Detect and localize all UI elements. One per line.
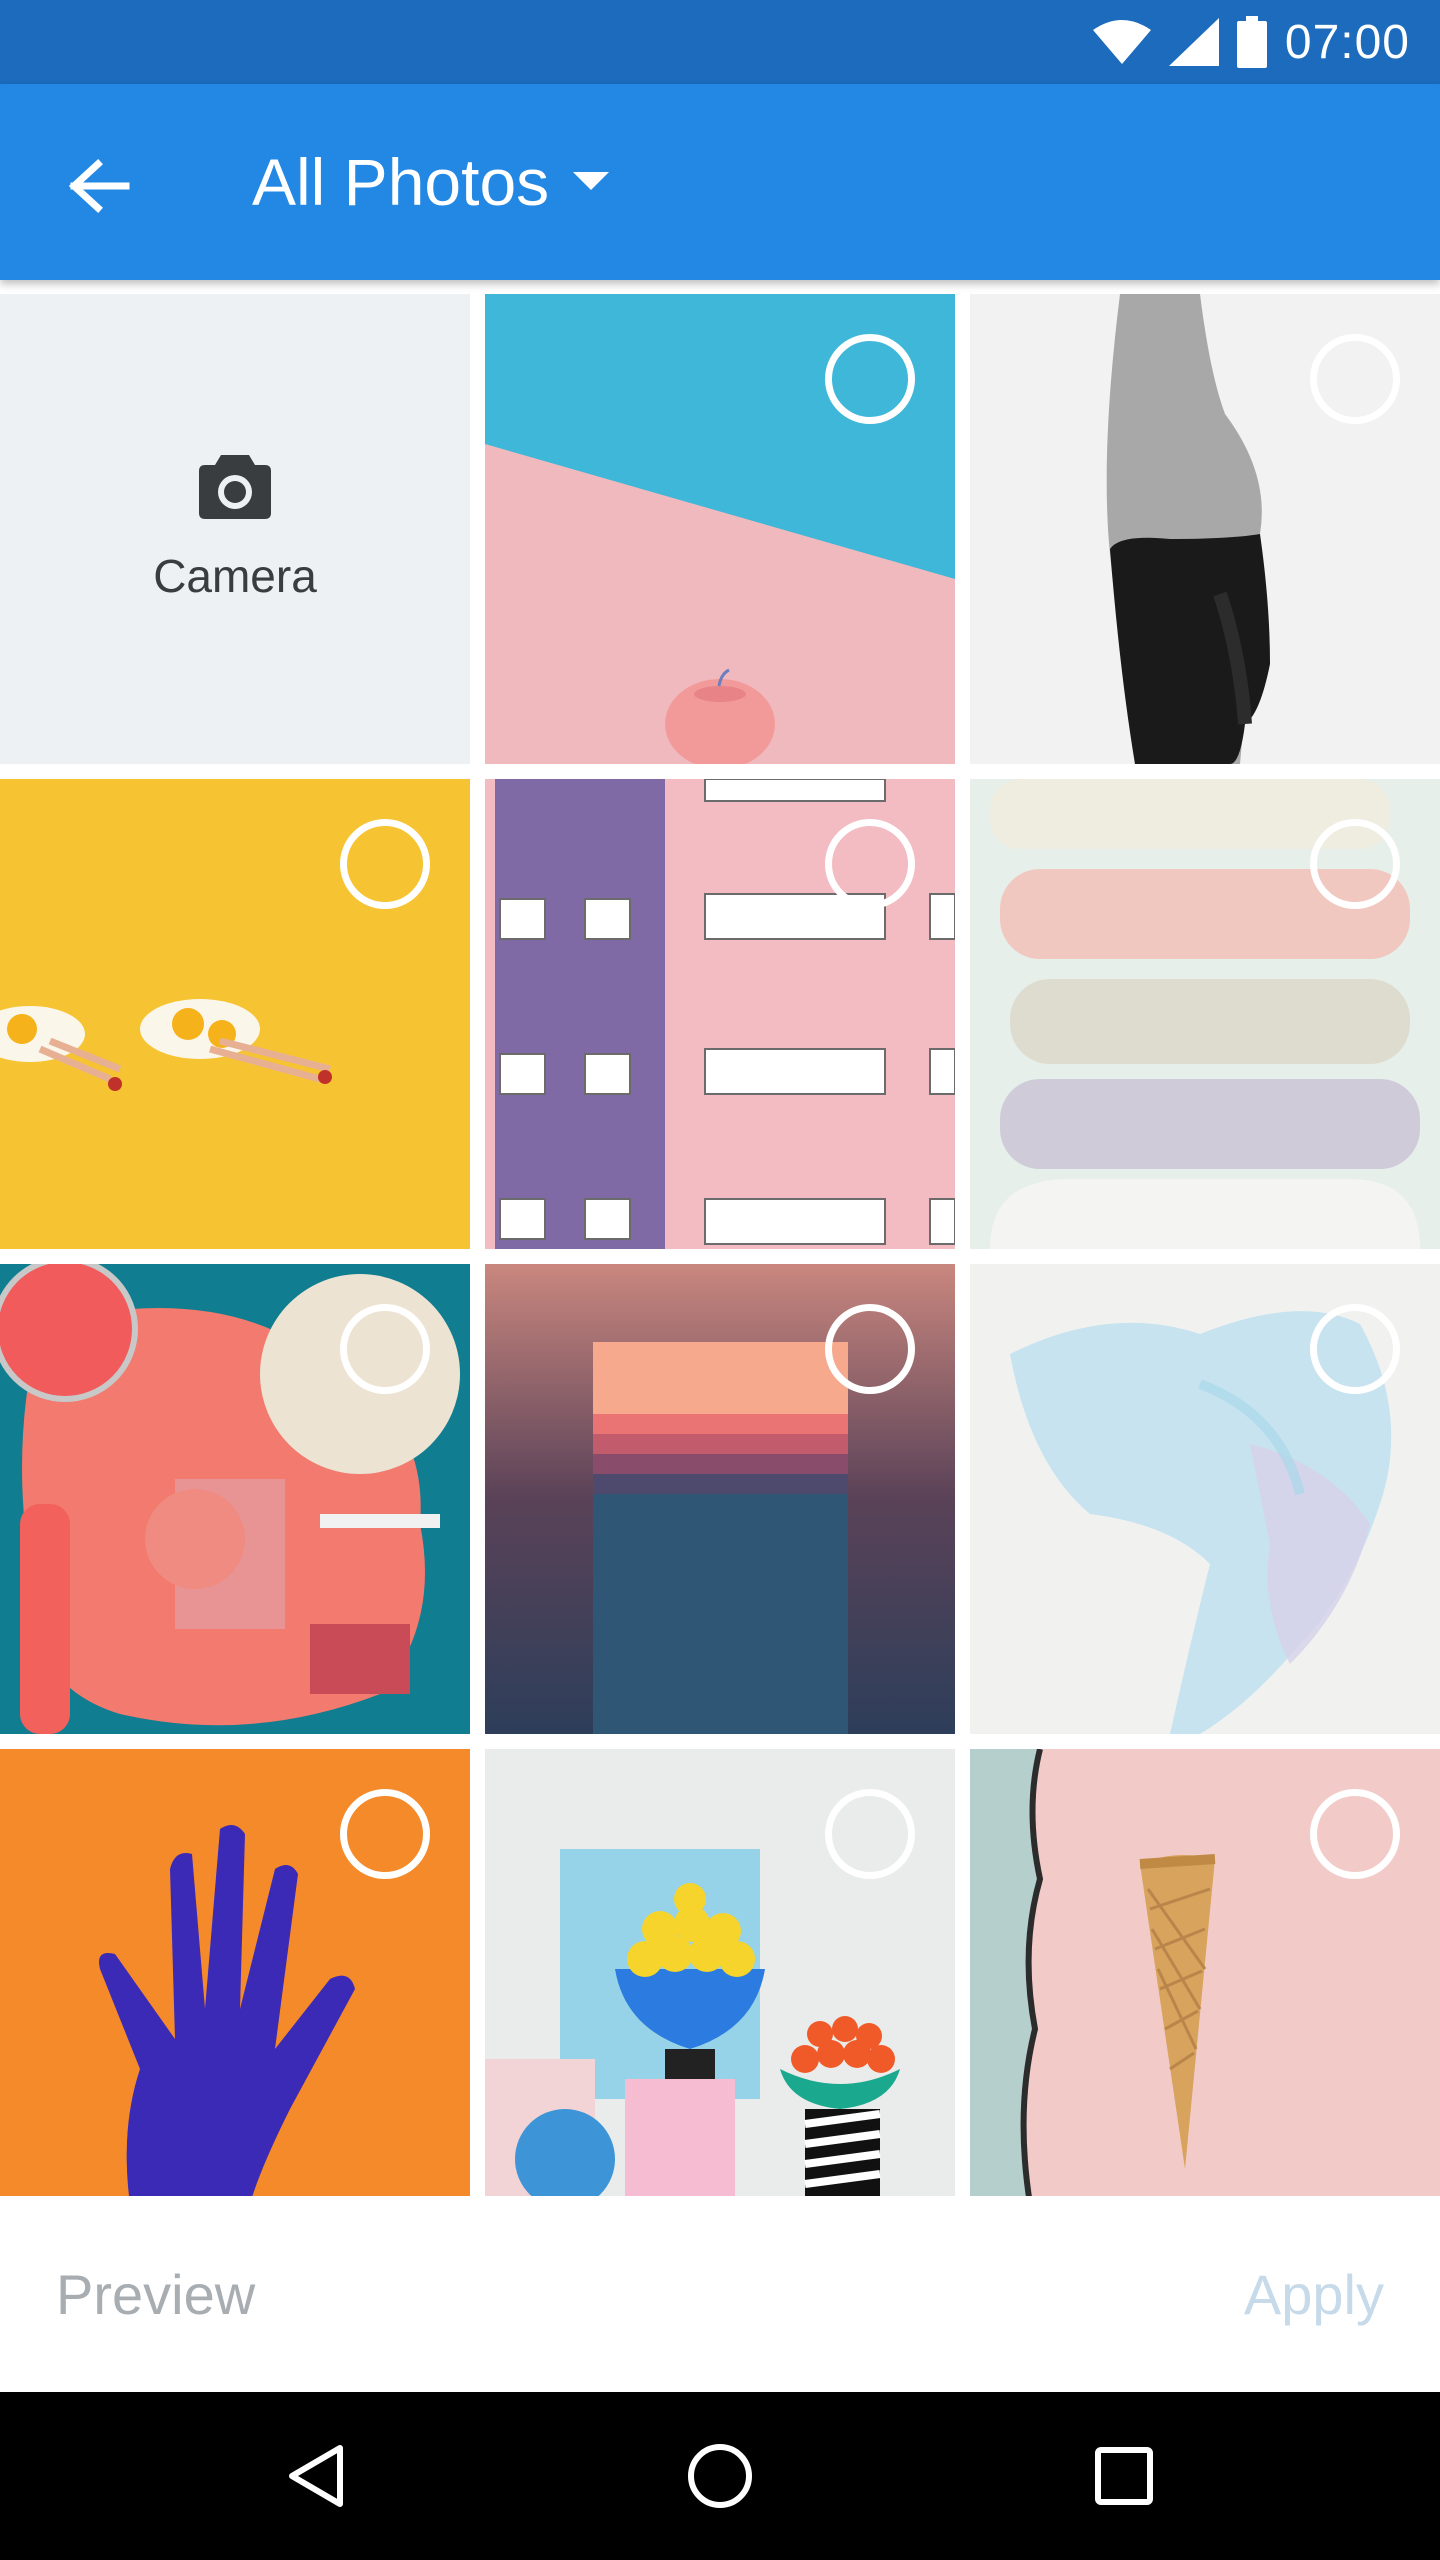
status-time: 07:00 [1284,15,1410,69]
page-title: All Photos [252,145,550,219]
camera-label: Camera [153,550,317,602]
battery-icon [1236,16,1267,68]
bottom-action-bar: Preview Apply [0,2196,1440,2392]
select-checkbox[interactable] [1310,334,1400,424]
wifi-icon [1092,20,1151,64]
select-checkbox[interactable] [1310,1789,1400,1879]
cellular-signal-icon [1168,18,1219,66]
caret-down-icon [573,172,610,190]
photo-tile[interactable] [970,1749,1440,2204]
select-checkbox[interactable] [1310,819,1400,909]
preview-button[interactable]: Preview [56,2196,255,2392]
select-checkbox[interactable] [340,1789,430,1879]
camera-tile[interactable]: Camera [0,294,470,764]
select-checkbox[interactable] [825,1789,915,1879]
photo-tile[interactable] [970,1264,1440,1734]
photo-tile[interactable] [0,779,470,1249]
arrow-left-icon [68,159,130,213]
select-checkbox[interactable] [1310,1304,1400,1394]
system-navigation-bar [0,2392,1440,2560]
photo-tile[interactable] [485,1264,955,1734]
select-checkbox[interactable] [825,334,915,424]
photo-tile[interactable] [0,1749,470,2204]
camera-icon [199,455,271,519]
recents-square-icon [1095,2447,1153,2505]
photo-tile[interactable] [485,294,955,764]
photo-tile[interactable] [0,1264,470,1734]
nav-back-button[interactable] [236,2392,396,2560]
home-circle-icon [688,2444,752,2508]
photo-tile[interactable] [970,294,1440,764]
album-selector[interactable]: All Photos [252,132,610,232]
back-button[interactable] [50,138,146,234]
photo-tile[interactable] [485,779,955,1249]
status-icons: 07:00 [1092,0,1410,84]
select-checkbox[interactable] [825,1304,915,1394]
photo-tile[interactable] [970,779,1440,1249]
photo-tile[interactable] [485,1749,955,2204]
select-checkbox[interactable] [340,1304,430,1394]
select-checkbox[interactable] [340,819,430,909]
status-bar: 07:00 [0,0,1440,84]
nav-recents-button[interactable] [1044,2392,1204,2560]
nav-home-button[interactable] [640,2392,800,2560]
apply-button[interactable]: Apply [1244,2196,1384,2392]
select-checkbox[interactable] [825,819,915,909]
app-bar: All Photos [0,84,1440,280]
back-triangle-icon [289,2445,343,2507]
